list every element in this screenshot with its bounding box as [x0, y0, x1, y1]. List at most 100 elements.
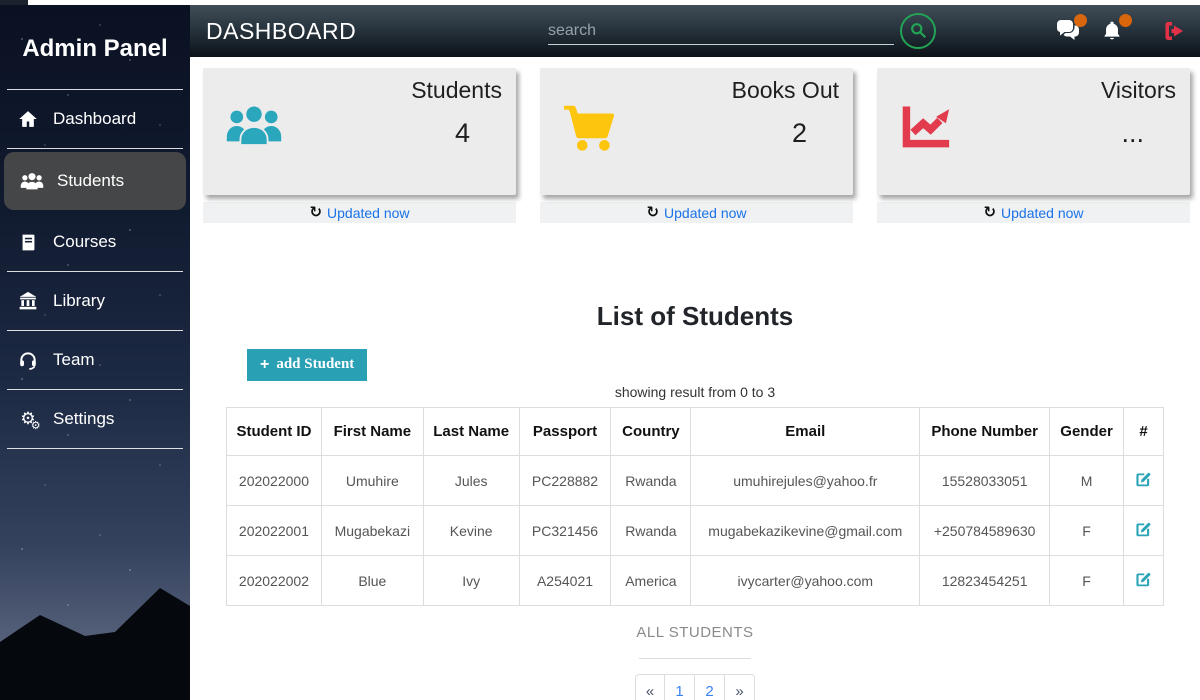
stat-card-footer[interactable]: ↻ Updated now — [203, 202, 516, 223]
stat-card-students: Students 4 ↻ Updated now — [203, 68, 516, 223]
sidebar-item-dashboard[interactable]: Dashboard — [0, 90, 190, 148]
sidebar-item-label: Settings — [53, 409, 114, 429]
edit-icon — [1135, 526, 1152, 541]
stat-card-label: Visitors — [1101, 77, 1176, 104]
cell-student-id: 202022001 — [227, 506, 322, 556]
cell-country: Rwanda — [611, 456, 691, 506]
page-title: DASHBOARD — [206, 18, 356, 45]
university-icon — [16, 291, 40, 311]
table-row: 202022001 Mugabekazi Kevine PC321456 Rwa… — [227, 506, 1164, 556]
search-button[interactable] — [900, 13, 936, 49]
cell-gender: F — [1050, 506, 1124, 556]
edit-icon — [1135, 476, 1152, 491]
search-icon — [908, 20, 928, 43]
cart-icon — [562, 102, 620, 158]
sidebar-item-library[interactable]: Library — [0, 272, 190, 330]
stat-cards-row: Students 4 ↻ Updated now Books Out 2 — [190, 57, 1200, 223]
stat-card-footer[interactable]: ↻ Updated now — [877, 202, 1190, 223]
col-first-name: First Name — [321, 408, 423, 456]
cell-phone: +250784589630 — [920, 506, 1050, 556]
notifications-button[interactable] — [1101, 19, 1127, 43]
refresh-icon: ↻ — [309, 205, 322, 220]
all-students-label: ALL STUDENTS — [226, 624, 1164, 641]
cell-actions — [1124, 506, 1164, 556]
sidebar-item-team[interactable]: Team — [0, 331, 190, 389]
edit-student-button[interactable] — [1133, 519, 1154, 543]
sidebar-item-label: Team — [53, 350, 95, 370]
top-navbar: DASHBOARD — [190, 5, 1200, 57]
add-student-button[interactable]: + add Student — [247, 349, 367, 381]
col-last-name: Last Name — [423, 408, 519, 456]
logout-button[interactable] — [1162, 19, 1188, 43]
col-country: Country — [611, 408, 691, 456]
messages-button[interactable] — [1056, 19, 1082, 43]
table-row: 202022000 Umuhire Jules PC228882 Rwanda … — [227, 456, 1164, 506]
sidebar-item-courses[interactable]: Courses — [0, 213, 190, 271]
cell-student-id: 202022002 — [227, 556, 322, 606]
sidebar-item-students[interactable]: Students — [4, 152, 186, 210]
refresh-icon: ↻ — [646, 205, 659, 220]
comments-icon — [1056, 30, 1082, 47]
stat-card-label: Books Out — [732, 77, 839, 104]
notification-badge — [1119, 14, 1132, 27]
cell-student-id: 202022000 — [227, 456, 322, 506]
cell-last-name: Kevine — [423, 506, 519, 556]
sidebar: Admin Panel Dashboard Students — [0, 5, 190, 700]
students-section: List of Students + add Student showing r… — [226, 301, 1164, 700]
pagination: « 1 2 » — [226, 674, 1164, 700]
cell-passport: A254021 — [519, 556, 611, 606]
table-row: 202022002 Blue Ivy A254021 America ivyca… — [227, 556, 1164, 606]
cell-actions — [1124, 456, 1164, 506]
users-icon — [225, 102, 283, 158]
col-email: Email — [691, 408, 920, 456]
cell-gender: M — [1050, 456, 1124, 506]
plus-icon: + — [260, 357, 269, 373]
sidebar-item-label: Dashboard — [53, 109, 136, 129]
chart-line-icon — [899, 102, 957, 158]
pagination-page-2[interactable]: 2 — [695, 674, 725, 700]
edit-student-button[interactable] — [1133, 469, 1154, 493]
home-icon — [16, 109, 40, 129]
refresh-icon: ↻ — [983, 205, 996, 220]
showing-results-text: showing result from 0 to 3 — [226, 384, 1164, 400]
stat-card-label: Students — [411, 77, 502, 104]
stat-card-books-out: Books Out 2 ↻ Updated now — [540, 68, 853, 223]
app-title: Admin Panel — [0, 5, 190, 89]
main-content: Students 4 ↻ Updated now Books Out 2 — [190, 57, 1200, 700]
cell-first-name: Mugabekazi — [321, 506, 423, 556]
top-strip — [0, 0, 1200, 5]
cell-email: mugabekazikevine@gmail.com — [691, 506, 920, 556]
sidebar-divider — [7, 148, 183, 149]
updated-label: Updated now — [327, 205, 410, 221]
book-icon — [16, 232, 40, 252]
sidebar-item-label: Students — [57, 171, 124, 191]
sign-out-icon — [1162, 30, 1186, 47]
edit-student-button[interactable] — [1133, 569, 1154, 593]
cell-country: Rwanda — [611, 506, 691, 556]
updated-label: Updated now — [1001, 205, 1084, 221]
stat-card-visitors: Visitors ... ↻ Updated now — [877, 68, 1190, 223]
cell-phone: 12823454251 — [920, 556, 1050, 606]
pagination-page-1[interactable]: 1 — [665, 674, 695, 700]
edit-icon — [1135, 576, 1152, 591]
cell-phone: 15528033051 — [920, 456, 1050, 506]
sidebar-divider — [7, 448, 183, 449]
pagination-prev[interactable]: « — [635, 674, 665, 700]
cell-passport: PC228882 — [519, 456, 611, 506]
cell-last-name: Ivy — [423, 556, 519, 606]
sidebar-item-settings[interactable]: ⚙⚙ Settings — [0, 390, 190, 448]
col-actions: # — [1124, 408, 1164, 456]
cell-last-name: Jules — [423, 456, 519, 506]
cell-gender: F — [1050, 556, 1124, 606]
search-input[interactable] — [548, 17, 894, 45]
pagination-next[interactable]: » — [725, 674, 755, 700]
mountain-silhouette — [0, 570, 190, 700]
students-table: Student ID First Name Last Name Passport… — [226, 407, 1164, 606]
bell-icon — [1101, 30, 1123, 47]
users-icon — [20, 171, 44, 191]
sidebar-item-label: Library — [53, 291, 105, 311]
sidebar-item-label: Courses — [53, 232, 116, 252]
add-student-label: add Student — [276, 356, 354, 373]
stat-card-footer[interactable]: ↻ Updated now — [540, 202, 853, 223]
cell-passport: PC321456 — [519, 506, 611, 556]
